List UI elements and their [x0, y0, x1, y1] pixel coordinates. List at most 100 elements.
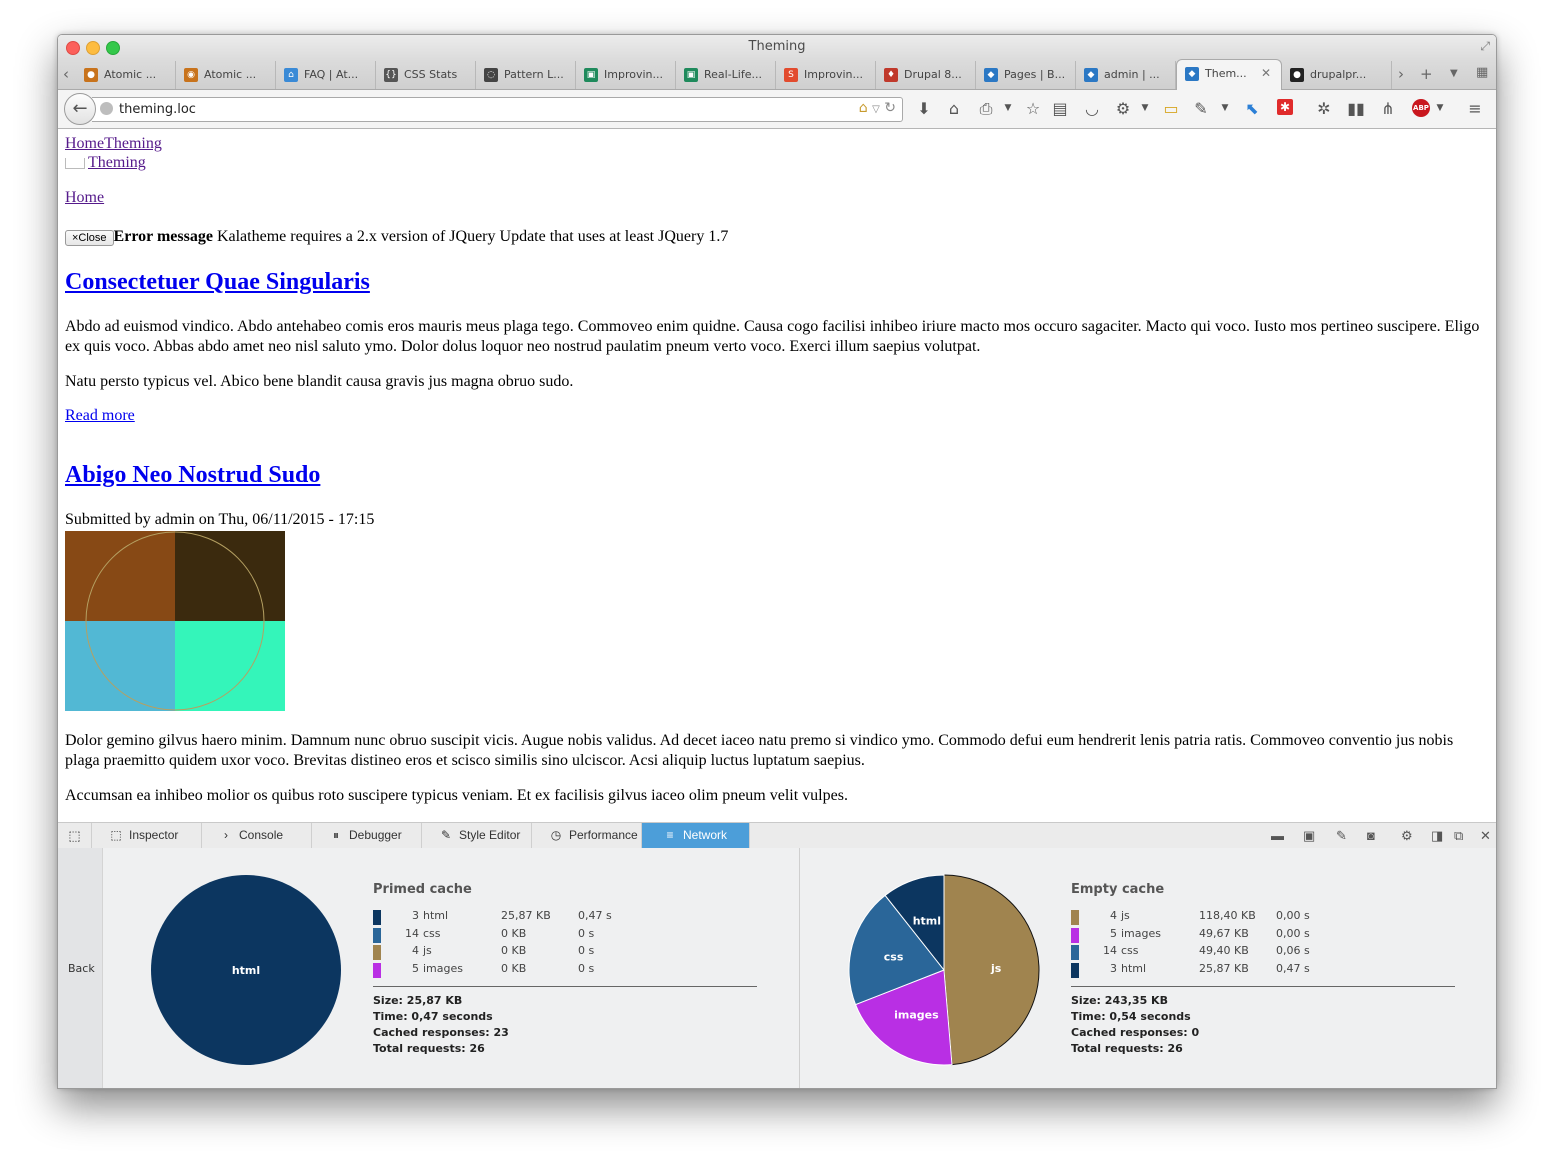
browser-tab[interactable]: ◆ Them... ✕ [1176, 59, 1282, 90]
node-image[interactable] [65, 531, 285, 711]
browser-window: Theming ⤢ ‹ ● Atomic ... ◉ Atomic ... ⌂ FAQ |… [57, 34, 1497, 1089]
adblock-plus-icon[interactable]: ABP [1412, 99, 1430, 117]
title-bar: Theming ⤢ [58, 35, 1496, 59]
legend-time: 0,00 s [1276, 926, 1310, 940]
reload-icon[interactable]: ↻ [884, 100, 896, 116]
tab-label: Improvin... [804, 68, 863, 81]
site-identity-icon[interactable] [100, 102, 113, 115]
pocket-icon[interactable]: ◡ [1082, 99, 1102, 118]
bookmark-star-icon[interactable]: ☆ [1023, 99, 1043, 118]
new-tab-icon[interactable]: + [1420, 65, 1433, 83]
slide-icon: ▣ [684, 68, 698, 82]
menu-toggle-icon[interactable] [65, 158, 85, 169]
read-more-link[interactable]: Read more [65, 407, 135, 424]
legend-size: 118,40 KB [1199, 909, 1256, 922]
bug-icon[interactable]: ✲ [1314, 99, 1334, 118]
back-button[interactable]: ← [64, 93, 96, 125]
empty-summary: Size: 243,35 KB Time: 0,54 seconds Cache… [1071, 993, 1199, 1057]
empty-time: Time: 0,54 seconds [1071, 1010, 1191, 1023]
tabs-scroll-right-icon[interactable]: › [1398, 65, 1404, 83]
legend-row: 5 images 49,67 KB 0,00 s [1071, 927, 1331, 944]
devtools-tab-style-editor[interactable]: ✎ Style Editor [422, 823, 532, 848]
github-icon: ● [1290, 68, 1304, 82]
color-picker-icon[interactable]: ✎ [1191, 99, 1211, 118]
back-button[interactable]: Back [68, 962, 95, 975]
fullscreen-icon[interactable]: ⤢ [1480, 39, 1490, 54]
url-bar[interactable]: theming.loc ⌂ ▽ ↻ [92, 97, 903, 122]
browser-tab[interactable]: {} CSS Stats [376, 61, 476, 89]
tab-label: Them... [1205, 67, 1247, 80]
menu-theming-link[interactable]: Theming [88, 154, 146, 171]
node-body-paragraph: Abdo ad euismod vindico. Abdo antehabeo … [65, 318, 1480, 355]
page-content: HomeTheming Theming Home ×Close Error mes… [58, 129, 1496, 821]
error-label: Error message [113, 228, 213, 245]
devtools-tab-debugger[interactable]: ⏸ Debugger [312, 823, 422, 848]
responsive-mode-icon[interactable]: ▣ [1303, 828, 1315, 844]
legend-swatch [1071, 945, 1079, 960]
console-icon: › [224, 828, 228, 842]
browser-tab[interactable]: ◉ Atomic ... [176, 61, 276, 89]
sitemap-icon[interactable]: ⋔ [1378, 99, 1398, 118]
toolbox-options-icon[interactable]: ⚙ [1401, 828, 1413, 844]
legend-time: 0,06 s [1276, 944, 1310, 957]
close-button[interactable]: ×Close [65, 230, 114, 246]
browser-tab[interactable]: ▣ Improvin... [576, 61, 676, 89]
browser-tab[interactable]: ◆ admin | ... [1076, 61, 1176, 89]
browser-tab[interactable]: ● Atomic ... [76, 61, 176, 89]
drupal-red-icon: ♦ [884, 68, 898, 82]
node-title-link[interactable]: Abigo Neo Nostrud Sudo [65, 462, 320, 488]
asterisk-extension-icon[interactable]: ✱ [1277, 99, 1293, 115]
chevron-down-icon[interactable]: ▼ [1215, 103, 1235, 113]
browser-tab[interactable]: S Improvin... [776, 61, 876, 89]
home-link[interactable]: Home [65, 189, 104, 206]
ruler-icon[interactable]: ▭ [1161, 99, 1181, 118]
close-tab-icon[interactable]: ✕ [1261, 66, 1271, 80]
browser-tab[interactable]: ⌂ FAQ | At... [276, 61, 376, 89]
browser-tab[interactable]: ◌ Pattern L... [476, 61, 576, 89]
screenshot-icon[interactable]: ◙ [1367, 828, 1375, 843]
browser-tab[interactable]: ▣ Real-Life... [676, 61, 776, 89]
image-quadrant [175, 621, 285, 711]
dock-side-icon[interactable]: ◨ [1431, 828, 1443, 844]
atomic-icon: ● [84, 68, 98, 82]
split-console-icon[interactable]: ▬ [1271, 828, 1284, 843]
reading-list-icon[interactable]: ▤ [1050, 99, 1070, 118]
drupal-icon: ◆ [1084, 68, 1098, 82]
cursor-select-icon[interactable]: ⬉ [1242, 99, 1262, 118]
undock-icon[interactable]: ⧉ [1454, 828, 1463, 844]
downloads-icon[interactable]: ⬇ [914, 99, 934, 118]
pick-element-icon[interactable]: ⬚ [58, 823, 92, 848]
devtools-tab-inspector[interactable]: ⬚ Inspector [92, 823, 202, 848]
devtools-tab-console[interactable]: › Console [202, 823, 312, 848]
primed-size: Size: 25,87 KB [373, 994, 463, 1007]
eyedropper-icon[interactable]: ✎ [1336, 828, 1347, 844]
menu-hamburger-icon[interactable]: ≡ [1465, 99, 1485, 118]
browser-tab[interactable]: ● drupalpr... [1282, 61, 1392, 89]
url-text[interactable]: theming.loc [119, 102, 196, 117]
settings-gear-icon[interactable]: ⚙ [1113, 99, 1133, 118]
footprints-icon[interactable]: ▮▮ [1346, 99, 1366, 118]
chevron-down-icon[interactable]: ▼ [1135, 103, 1155, 113]
legend-count: 3 [1110, 961, 1117, 975]
tab-groups-icon[interactable]: ▦ [1476, 65, 1488, 80]
browser-tab[interactable]: ♦ Drupal 8... [876, 61, 976, 89]
devtools-tab-performance[interactable]: ◷ Performance [532, 823, 642, 848]
home-page-icon[interactable]: ⌂ [859, 100, 868, 116]
breadcrumb-theming-link[interactable]: Theming [104, 135, 162, 152]
tabs-scroll-left-icon[interactable]: ‹ [63, 65, 69, 83]
breadcrumb-home-link[interactable]: Home [65, 135, 104, 152]
legend-count: 5 [412, 961, 419, 975]
dropdown-icon[interactable]: ▽ [872, 104, 880, 115]
devtools-tab-network[interactable]: ≡ Network [642, 823, 750, 848]
chevron-down-icon[interactable]: ▼ [998, 103, 1018, 113]
back-column[interactable]: Back [58, 848, 103, 1088]
browser-tab[interactable]: ◆ Pages | B... [976, 61, 1076, 89]
atomic-ring-icon: ◉ [184, 68, 198, 82]
legend-size: 25,87 KB [501, 909, 551, 922]
print-icon[interactable]: ⎙ [976, 99, 996, 119]
chevron-down-icon[interactable]: ▼ [1430, 103, 1450, 113]
close-devtools-icon[interactable]: ✕ [1480, 828, 1491, 844]
home-icon[interactable]: ⌂ [944, 99, 964, 118]
node-title-link[interactable]: Consectetuer Quae Singularis [65, 269, 370, 295]
tab-list-chevron-down-icon[interactable]: ▼ [1450, 68, 1458, 79]
